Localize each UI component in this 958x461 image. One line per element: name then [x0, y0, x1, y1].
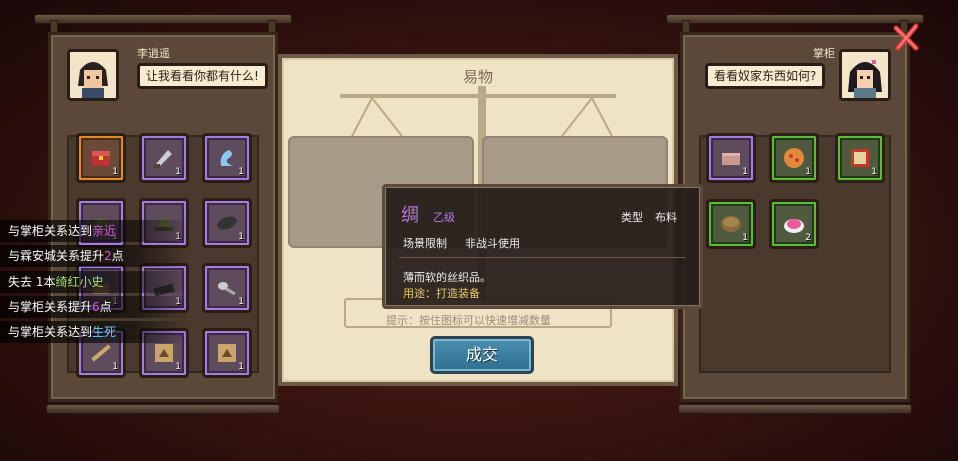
book-icon [851, 149, 869, 167]
bottom-rod [46, 404, 280, 414]
tooltip-usage: 用途：打造装备 [403, 287, 480, 300]
inventory-slot[interactable]: 1 [706, 133, 756, 183]
close-button[interactable] [892, 22, 922, 52]
scroll-map-icon [155, 344, 173, 362]
spoon-icon [218, 282, 236, 296]
tooltip-divider [399, 257, 686, 258]
merchant-avatar [839, 49, 891, 101]
notification-suffix: 点 [111, 249, 124, 263]
deal-button[interactable]: 成交 [430, 336, 534, 374]
tooltip-description: 薄而软的丝织品。 [403, 271, 491, 284]
notification-text: 与掌柜关系提升 [8, 300, 93, 314]
notification-item: 与掌柜关系提升6点 [0, 296, 190, 318]
inventory-slot[interactable]: 1 [202, 133, 252, 183]
notification-item: 失去 1本绮红小史 [0, 271, 190, 293]
slot-quantity: 1 [805, 167, 811, 177]
inventory-slot[interactable]: 1 [76, 133, 126, 183]
inventory-slot[interactable]: 1 [202, 263, 252, 313]
notification-highlight: 绮红小史 [55, 275, 104, 289]
merchant-speech-bubble: 看看奴家东西如何? [705, 63, 826, 89]
notification-highlight: 亲近 [92, 224, 117, 238]
inventory-slot[interactable]: 1 [202, 198, 252, 248]
slot-quantity: 1 [742, 167, 748, 177]
tooltip-item-grade: 乙级 [433, 211, 455, 224]
scroll-map-icon [218, 344, 236, 362]
bottom-rod [678, 404, 912, 414]
tooltip-type-label: 类型 [621, 211, 643, 224]
notification-item: 与掌柜关系达到亲近 [0, 220, 190, 242]
notification-highlight: 生死 [92, 325, 117, 339]
inventory-slot[interactable]: 1 [202, 328, 252, 378]
notification-suffix: 点 [99, 300, 112, 314]
slot-quantity: 1 [742, 233, 748, 243]
slot-quantity: 1 [871, 167, 877, 177]
basket-icon [721, 216, 741, 232]
inventory-slot[interactable]: 2 [769, 199, 819, 249]
flute-icon [91, 344, 111, 362]
notification-text: 与掌柜关系达到 [8, 325, 93, 339]
close-icon [893, 23, 919, 51]
inventory-slot[interactable]: 1 [835, 133, 885, 183]
tooltip-type-value: 布料 [655, 211, 677, 224]
slot-quantity: 1 [238, 232, 244, 242]
tooltip-scene-value: 非战斗使用 [465, 237, 520, 250]
slot-quantity: 1 [238, 167, 244, 177]
pizza-dish-icon [784, 148, 804, 168]
notification-text: 与掌柜关系达到 [8, 224, 93, 238]
tooltip-scene-label: 场景限制 [403, 237, 447, 250]
slot-quantity: 1 [175, 362, 181, 372]
notification-item: 与霖安城关系提升2点 [0, 245, 190, 267]
player-speech-bubble: 让我看看你都有什么! [137, 63, 268, 89]
top-rod [34, 14, 292, 24]
inventory-slot[interactable]: 1 [706, 199, 756, 249]
slot-quantity: 2 [805, 233, 811, 243]
inventory-slot[interactable]: 1 [769, 133, 819, 183]
inventory-slot[interactable]: 1 [139, 133, 189, 183]
notification-text: 与霖安城关系提升 [8, 249, 105, 263]
slot-quantity: 1 [112, 167, 118, 177]
scale-strings [351, 97, 613, 137]
player-name: 李逍遥 [137, 47, 170, 60]
pink-cake-icon [784, 219, 804, 233]
notification-item: 与掌柜关系达到生死 [0, 321, 190, 343]
hint-text: 提示：按住图标可以快速增减数量 [386, 314, 551, 327]
treasure-chest-icon [92, 151, 110, 166]
cleaver-icon [154, 150, 172, 168]
fabric-roll-icon [722, 153, 740, 165]
notification-text: 失去 1本 [8, 275, 56, 289]
slot-quantity: 1 [175, 167, 181, 177]
merchant-name: 掌柜 [813, 47, 835, 60]
notification-highlight: 2 [104, 249, 112, 263]
slot-quantity: 1 [238, 297, 244, 307]
slot-quantity: 1 [112, 362, 118, 372]
top-rod [666, 14, 924, 24]
dark-leaf-icon [217, 216, 237, 230]
barter-title: 易物 [462, 68, 493, 86]
tooltip-item-name: 绸 [401, 205, 419, 226]
item-tooltip: 绸 乙级 类型 布料 场景限制 非战斗使用 薄而软的丝织品。 用途：打造装备 [382, 184, 703, 309]
slot-quantity: 1 [238, 362, 244, 372]
player-avatar [67, 49, 119, 101]
notification-highlight: 6 [92, 300, 100, 314]
blue-ribbon-icon [220, 150, 233, 166]
